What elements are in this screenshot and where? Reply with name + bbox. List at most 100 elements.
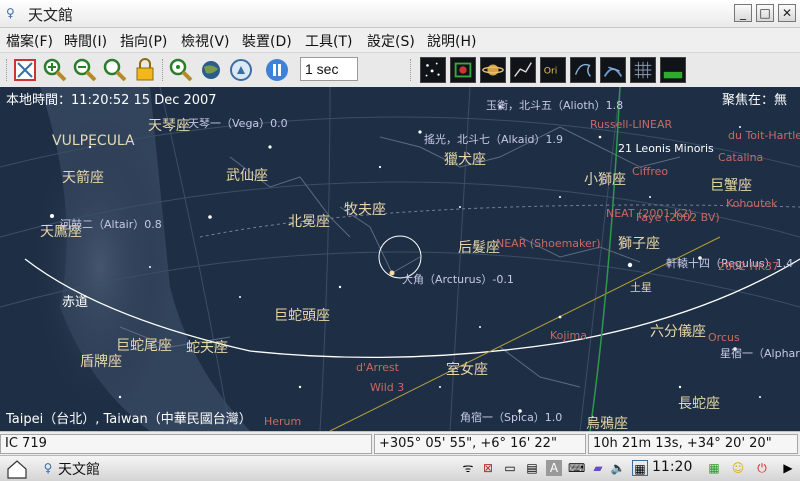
constellation-label: 巨蛇尾座: [116, 338, 172, 354]
azimuth-grid-icon[interactable]: [600, 57, 626, 83]
menu-time[interactable]: 時間(I): [64, 31, 107, 51]
pause-icon[interactable]: [264, 57, 290, 83]
home-icon[interactable]: [6, 459, 28, 479]
fullscreen-icon[interactable]: [12, 57, 38, 83]
menu-tools[interactable]: 工具(T): [305, 31, 352, 51]
input-method-icon[interactable]: A: [546, 460, 562, 476]
zoom-in-icon[interactable]: [42, 57, 68, 83]
network-icon[interactable]: ⊠: [480, 460, 496, 476]
object-label: du Toit-Hartley: [728, 129, 800, 142]
toolbar-grip: [6, 59, 9, 81]
lock-icon[interactable]: [132, 57, 158, 83]
object-label: 2002 HK37: [718, 260, 779, 273]
object-label: Russell-LINEAR: [590, 118, 673, 131]
constellation-label: 北冕座: [288, 214, 330, 230]
object-label: Kohoutek: [726, 197, 778, 210]
star-label: 21 Leonis Minoris: [618, 142, 714, 155]
menu-pointer[interactable]: 指向(P): [120, 31, 167, 51]
ground-toggle-icon[interactable]: [660, 57, 686, 83]
focus-label: 聚焦在：無: [722, 93, 788, 108]
constellation-label: VULPECULA: [52, 133, 135, 149]
meridian-line: [589, 87, 621, 431]
constellation-label: 蛇夫座: [186, 340, 228, 356]
object-label: d'Arrest: [356, 361, 399, 374]
window-title: 天文館: [28, 6, 74, 24]
menu-settings[interactable]: 設定(S): [367, 31, 415, 51]
close-button[interactable]: ✕: [778, 4, 796, 22]
zoom-fit-icon[interactable]: [102, 57, 128, 83]
minimize-button[interactable]: _: [734, 4, 752, 22]
status-bar: IC 719 +305° 05' 55", +6° 16' 22" 10h 21…: [0, 431, 800, 456]
altaz-field: +305° 05' 55", +6° 16' 22": [374, 434, 586, 454]
taskbar: ♀ 天文館 ᯤ ⊠ ▭ ▤ A ⌨ ▰ 🔈 ▦ 11:20 ▦ ☺ ⏻ ▶: [0, 455, 800, 481]
globe-icon[interactable]: [198, 57, 224, 83]
constellation-label: 天琴座: [148, 118, 190, 134]
task-button[interactable]: 天文館: [58, 459, 100, 479]
constellation-label: 后髮座: [458, 240, 500, 256]
object-label: Faye (2002 BV): [636, 211, 720, 224]
constellation-label: 牧夫座: [344, 202, 386, 218]
wifi-icon[interactable]: ᯤ: [460, 460, 476, 476]
object-label: Catalina: [718, 151, 764, 164]
clock[interactable]: 11:20: [652, 459, 692, 475]
star-label: 玉衡，北斗五（Alioth）1.8: [486, 99, 624, 112]
constellation-label: 長蛇座: [678, 396, 720, 412]
menu-file[interactable]: 檔案(F): [6, 31, 53, 51]
constellation-label: 巨蟹座: [710, 178, 752, 194]
star-label: 河鼓二（Altair）0.8: [60, 218, 162, 231]
object-label: Wild 3: [370, 381, 405, 394]
star-label: 星宿一（Alphard）: [720, 347, 800, 360]
equatorial-grid-icon[interactable]: [630, 57, 656, 83]
menu-device[interactable]: 裝置(D): [242, 31, 292, 51]
power-icon[interactable]: ⏻: [754, 460, 770, 476]
sky-view[interactable]: 本地時間：11:20:52 15 Dec 2007 聚焦在：無 VULPECUL…: [0, 87, 800, 431]
toolbar-separator: [162, 59, 165, 81]
planets-toggle-icon[interactable]: [480, 57, 506, 83]
stellarium-icon: ♀: [6, 6, 15, 20]
constellation-label: 獵犬座: [444, 152, 486, 168]
constellation-lines-icon[interactable]: [510, 57, 536, 83]
compass-icon[interactable]: [228, 57, 254, 83]
zoom-out-icon[interactable]: [72, 57, 98, 83]
object-name-field: IC 719: [0, 434, 372, 454]
book-icon[interactable]: ▰: [590, 460, 606, 476]
constellation-label: 小獅座: [584, 172, 626, 188]
toolbar: + − Ori: [0, 53, 800, 134]
location-label: Taipei（台北）, Taiwan（中華民國台灣）: [6, 412, 252, 427]
menu-help[interactable]: 說明(H): [427, 31, 476, 51]
constellation-names-icon[interactable]: Ori: [540, 57, 566, 83]
equator-label: 赤道: [62, 295, 89, 310]
constellation-label: 武仙座: [226, 168, 268, 184]
radec-field: 10h 21m 13s, +34° 20' 20": [588, 434, 798, 454]
toolbar-separator: [410, 59, 413, 81]
constellation-label: 天箭座: [62, 170, 104, 186]
battery-icon[interactable]: ▭: [502, 460, 518, 476]
menu-view[interactable]: 檢視(V): [181, 31, 230, 51]
time-rate-input[interactable]: [300, 57, 358, 81]
arrow-right-icon[interactable]: ▶: [780, 460, 796, 476]
title-bar: ♀ 天文館 _ □ ✕: [0, 0, 800, 28]
maximize-button[interactable]: □: [756, 4, 774, 22]
keyboard-icon[interactable]: ⌨: [568, 460, 585, 476]
star-label: 角宿一（Spica）1.0: [460, 411, 563, 424]
stellarium-icon: ♀: [43, 461, 53, 475]
constellation-label: 獅子座: [618, 236, 660, 252]
svg-text:Ori: Ori: [544, 66, 558, 77]
object-label: Herum: [264, 415, 302, 428]
grid-icon[interactable]: ▦: [706, 460, 722, 476]
clipboard-icon[interactable]: ▤: [524, 460, 540, 476]
object-label: Kojima: [550, 329, 587, 342]
object-label: Orcus: [708, 331, 740, 344]
star-label: 大角（Arcturus）-0.1: [402, 273, 514, 286]
volume-icon[interactable]: 🔈: [610, 460, 626, 476]
constellation-label: 六分儀座: [650, 324, 706, 340]
smiley-icon[interactable]: ☺: [730, 460, 746, 476]
calendar-icon[interactable]: ▦: [632, 460, 648, 476]
stars-toggle-icon[interactable]: [420, 57, 446, 83]
constellation-label: 烏鴉座: [586, 416, 628, 431]
constellation-art-icon[interactable]: [570, 57, 596, 83]
nebula-toggle-icon[interactable]: [450, 57, 476, 83]
local-time-label: 本地時間：11:20:52 15 Dec 2007: [6, 93, 217, 108]
object-label: Ciffreo: [632, 165, 669, 178]
zoom-selected-icon[interactable]: [168, 57, 194, 83]
